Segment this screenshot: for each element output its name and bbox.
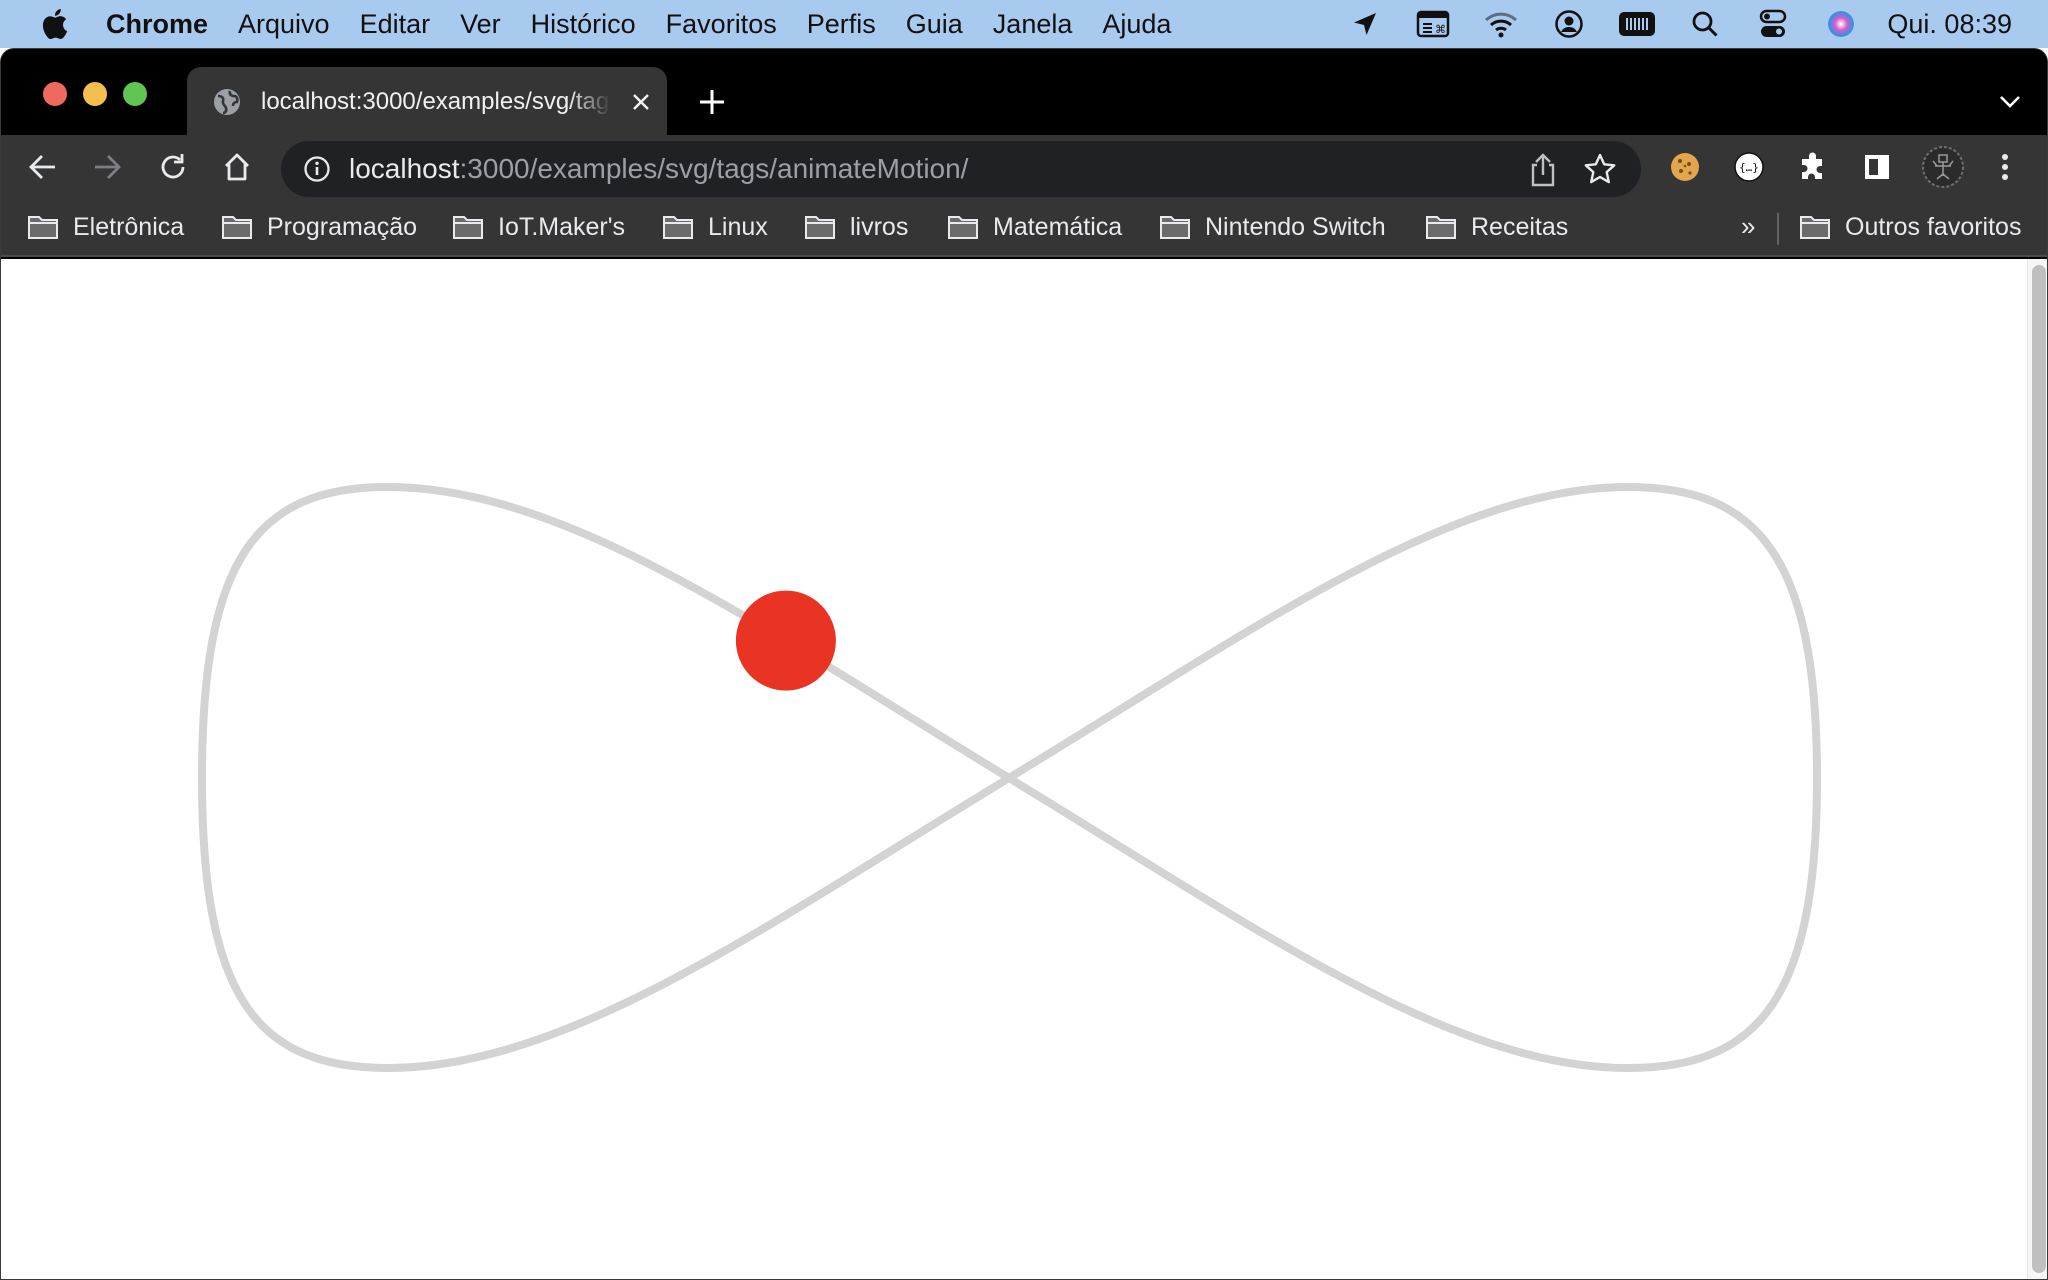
bookmark-folder-outros-favoritos[interactable]: Outros favoritos <box>1799 207 2021 247</box>
share-icon[interactable] <box>1527 153 1559 187</box>
tab-strip: localhost:3000/examples/svg/tags/animate… <box>1 49 2047 137</box>
forward-arrow-icon[interactable] <box>89 149 125 185</box>
profile-avatar-icon[interactable] <box>1921 145 1965 189</box>
url-path: :3000/examples/svg/tags/animateMotion/ <box>459 153 969 184</box>
keyboard-input-icon[interactable]: ⌘ <box>1413 4 1453 44</box>
page-content <box>1 259 2029 1279</box>
user-account-icon[interactable] <box>1549 4 1589 44</box>
bookmark-label: Receitas <box>1471 212 1569 241</box>
menu-favoritos[interactable]: Favoritos <box>666 9 777 40</box>
figure-eight-motion-path <box>197 482 1822 1073</box>
side-panel-icon[interactable] <box>1859 149 1895 185</box>
folder-icon <box>948 216 978 239</box>
bookmark-folder-programacao[interactable]: Programação <box>221 207 417 247</box>
menu-status-area: ⌘ Qui. 08:39 <box>1317 0 2012 48</box>
scrollbar-thumb[interactable] <box>2032 265 2046 1273</box>
bookmarks-divider <box>1777 213 1779 245</box>
menu-arquivo[interactable]: Arquivo <box>238 9 330 40</box>
bookmark-label: Programação <box>267 212 418 241</box>
bookmark-folder-iot-makers[interactable]: IoT.Maker's <box>452 207 625 247</box>
address-bar[interactable]: localhost:3000/examples/svg/tags/animate… <box>281 141 1641 197</box>
bookmarks-bar: Eletrônica Programação IoT.Maker's Linux… <box>1 199 2047 257</box>
more-menu-icon[interactable] <box>1987 149 2023 185</box>
spotlight-search-icon[interactable] <box>1685 4 1725 44</box>
bookmark-folder-eletronica[interactable]: Eletrônica <box>27 207 184 247</box>
siri-icon[interactable] <box>1821 4 1861 44</box>
folder-icon <box>805 216 835 239</box>
bookmark-folder-nintendo-switch[interactable]: Nintendo Switch <box>1159 207 1386 247</box>
menu-app-name[interactable]: Chrome <box>106 9 208 40</box>
window-maximize-button[interactable] <box>123 82 147 106</box>
folder-icon <box>1426 216 1456 239</box>
menu-editar[interactable]: Editar <box>360 9 431 40</box>
battery-icon[interactable] <box>1617 4 1657 44</box>
menu-ver[interactable]: Ver <box>460 9 501 40</box>
window-close-button[interactable] <box>43 82 67 106</box>
location-arrow-icon[interactable] <box>1345 4 1385 44</box>
bookmark-label: IoT.Maker's <box>498 212 626 241</box>
folder-icon <box>28 216 58 239</box>
bookmark-label: Nintendo Switch <box>1205 212 1386 241</box>
site-info-icon[interactable] <box>303 155 331 183</box>
reload-icon[interactable] <box>155 149 191 185</box>
folder-icon <box>663 216 693 239</box>
tab-active[interactable]: localhost:3000/examples/svg/tags/animate… <box>187 67 667 137</box>
menu-historico[interactable]: Histórico <box>531 9 636 40</box>
bookmark-folder-linux[interactable]: Linux <box>662 207 768 247</box>
browser-window: localhost:3000/examples/svg/tags/animate… <box>0 48 2048 1280</box>
extensions-puzzle-icon[interactable] <box>1795 149 1831 185</box>
bookmark-star-icon[interactable] <box>1583 152 1617 186</box>
moving-red-ball <box>735 590 836 691</box>
apple-logo-icon[interactable] <box>40 7 68 41</box>
globe-icon <box>213 88 241 116</box>
macos-menu-bar: Chrome Arquivo Editar Ver Histórico Favo… <box>0 0 2048 48</box>
control-center-icon[interactable] <box>1753 4 1793 44</box>
tab-close-icon[interactable] <box>629 90 653 114</box>
menu-ajuda[interactable]: Ajuda <box>1102 9 1171 40</box>
svg-text:{…}: {…} <box>1739 161 1759 174</box>
window-minimize-button[interactable] <box>83 82 107 106</box>
json-viewer-extension-icon[interactable]: {…} <box>1731 149 1767 185</box>
menu-guia[interactable]: Guia <box>906 9 963 40</box>
folder-icon <box>222 216 252 239</box>
bookmark-folder-livros[interactable]: livros <box>804 207 908 247</box>
bookmark-label: Eletrônica <box>73 212 185 241</box>
bookmark-folder-matematica[interactable]: Matemática <box>947 207 1122 247</box>
home-icon[interactable] <box>219 149 255 185</box>
bookmark-folder-receitas[interactable]: Receitas <box>1425 207 1568 247</box>
cookie-extension-icon[interactable] <box>1667 149 1703 185</box>
bookmark-label: Linux <box>708 212 768 241</box>
bookmark-label: livros <box>850 212 909 241</box>
bookmark-label: Matemática <box>993 212 1123 241</box>
folder-icon <box>1800 216 1830 239</box>
tab-search-chevron-icon[interactable] <box>1997 91 2023 111</box>
browser-toolbar: localhost:3000/examples/svg/tags/animate… <box>1 135 2047 199</box>
folder-icon <box>1160 216 1190 239</box>
svg-animation-canvas <box>197 482 1822 1073</box>
url-text[interactable]: localhost:3000/examples/svg/tags/animate… <box>349 153 968 185</box>
url-host: localhost <box>349 153 460 184</box>
vertical-scrollbar[interactable] <box>2027 259 2047 1279</box>
back-arrow-icon[interactable] <box>25 149 61 185</box>
new-tab-button[interactable] <box>695 85 729 119</box>
folder-icon <box>453 216 483 239</box>
menu-janela[interactable]: Janela <box>993 9 1073 40</box>
menu-clock[interactable]: Qui. 08:39 <box>1887 9 2012 40</box>
tab-title: localhost:3000/examples/svg/tags/animate… <box>261 88 611 115</box>
bookmarks-overflow-button[interactable]: » <box>1741 211 1755 242</box>
wifi-icon[interactable] <box>1481 4 1521 44</box>
svg-text:⌘: ⌘ <box>1435 23 1446 36</box>
menu-perfis[interactable]: Perfis <box>807 9 876 40</box>
bookmark-label: Outros favoritos <box>1845 212 2022 241</box>
